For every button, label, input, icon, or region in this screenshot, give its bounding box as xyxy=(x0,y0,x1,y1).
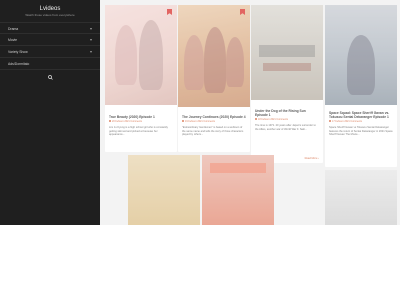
sidebar: Lvideos Watch those videos from everywhe… xyxy=(0,0,100,225)
sidebar-item-ads[interactable]: Ads/Dormitaio xyxy=(0,58,100,70)
sidebar-item-variety-show[interactable]: Variety Show ▾ xyxy=(0,46,100,58)
sidebar-item-movie[interactable]: Movie ▾ xyxy=(0,34,100,46)
sidebar-item-label: Ads/Dormitaio xyxy=(8,62,30,66)
content-overlay xyxy=(100,0,400,225)
app-window: Lvideos Watch those videos from everywhe… xyxy=(0,0,400,225)
sidebar-item-label: Variety Show xyxy=(8,50,28,54)
chevron-down-icon: ▾ xyxy=(89,37,92,42)
search-icon xyxy=(47,75,53,80)
site-title[interactable]: Lvideos xyxy=(0,6,100,12)
chevron-down-icon: ▾ xyxy=(89,49,92,54)
brand: Lvideos Watch those videos from everywhe… xyxy=(0,0,100,17)
sidebar-item-drama[interactable]: Drama ▾ xyxy=(0,22,100,34)
sidebar-nav: Drama ▾ Movie ▾ Variety Show ▾ Ads/Dormi… xyxy=(0,22,100,70)
search-button[interactable] xyxy=(0,75,100,81)
sidebar-item-label: Movie xyxy=(8,38,18,42)
sidebar-item-label: Drama xyxy=(8,27,19,31)
site-tagline: Watch those videos from everywhere xyxy=(25,13,75,17)
video-grid: True Beauty (2020) Episode 1 20 Febrero … xyxy=(100,0,400,225)
